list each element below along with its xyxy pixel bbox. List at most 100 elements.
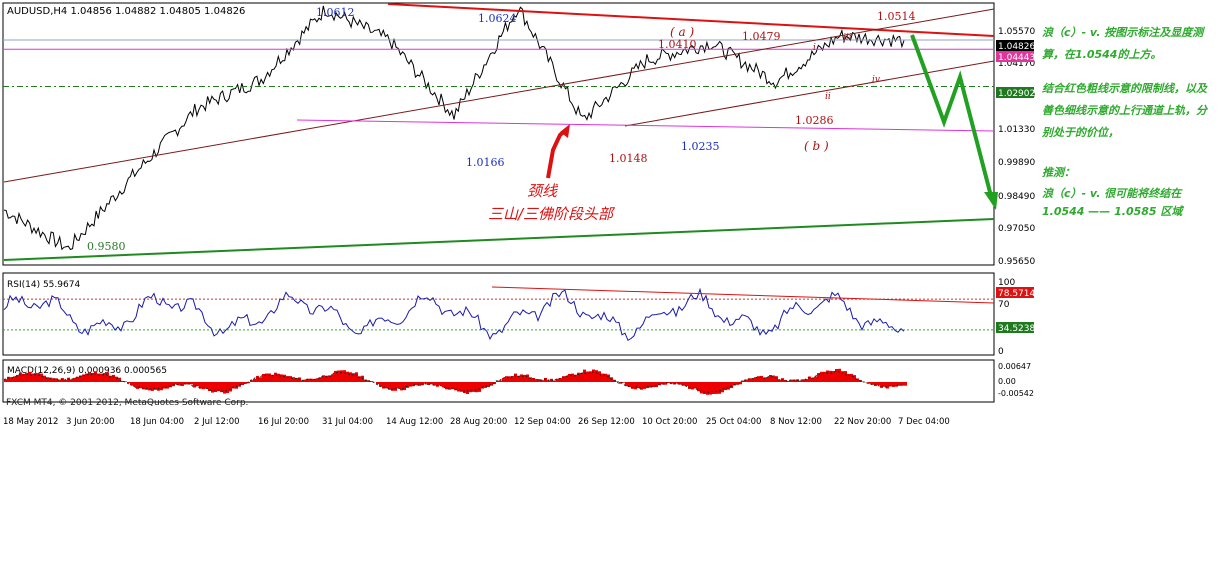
green-level-label: 1.02902 <box>998 89 1035 99</box>
macd-histogram-bar <box>766 377 769 382</box>
macd-histogram-bar <box>106 372 109 382</box>
macd-tick: 0.00647 <box>998 362 1031 371</box>
symbol-ohlc: AUDUSD,H4 1.04856 1.04882 1.04805 1.0482… <box>7 6 245 17</box>
rsi-panel[interactable] <box>2 272 995 356</box>
macd-histogram-bar <box>880 382 883 388</box>
price-tick: 0.98490 <box>998 192 1035 202</box>
macd-histogram-bar <box>277 373 280 382</box>
macd-histogram-bar <box>706 382 709 395</box>
macd-histogram-bar <box>346 371 349 382</box>
pattern-text: 三山/三佛阶段头部 <box>488 205 616 223</box>
label-1.0286: 1.0286 <box>795 114 834 127</box>
macd-histogram-bar <box>385 382 388 389</box>
macd-histogram-bar <box>571 373 574 382</box>
wave-iii-label: iii <box>843 33 852 43</box>
macd-histogram-bar <box>829 370 832 382</box>
macd-histogram-bar <box>844 371 847 382</box>
macd-histogram-bar <box>721 382 724 393</box>
macd-histogram-bar <box>799 380 802 382</box>
macd-histogram-bar <box>283 374 286 382</box>
macd-histogram-bar <box>895 382 898 387</box>
time-tick: 2 Jul 12:00 <box>194 417 240 427</box>
macd-histogram-bar <box>160 382 163 391</box>
macd-histogram-bar <box>850 373 853 382</box>
macd-histogram-bar <box>412 382 415 387</box>
macd-histogram-bar <box>235 382 238 389</box>
macd-histogram-bar <box>193 382 196 388</box>
macd-histogram-bar <box>637 382 640 389</box>
macd-histogram-bar <box>742 380 745 382</box>
macd-histogram-bar <box>904 382 907 386</box>
chart-canvas: AUDUSD,H4 1.04856 1.04882 1.04805 1.0482… <box>2 2 1035 427</box>
macd-histogram-bar <box>133 382 136 387</box>
rsi-title: RSI(14) 55.9674 <box>7 280 80 290</box>
macd-histogram-bar <box>583 369 586 382</box>
macd-histogram-bar <box>403 382 406 391</box>
macd-histogram-bar <box>592 369 595 382</box>
macd-histogram-bar <box>115 376 118 382</box>
time-tick: 3 Jun 20:00 <box>66 417 115 427</box>
label-0.9580: 0.9580 <box>87 240 126 253</box>
macd-histogram-bar <box>700 382 703 394</box>
price-tick: 1.05570 <box>998 27 1035 37</box>
macd-histogram-bar <box>73 377 76 382</box>
macd-histogram-bar <box>715 382 718 394</box>
price-tick: 0.95650 <box>998 257 1035 267</box>
macd-histogram-bar <box>775 376 778 382</box>
macd-histogram-bar <box>580 372 583 382</box>
macd-histogram-bar <box>838 368 841 382</box>
macd-histogram-bar <box>724 382 727 391</box>
macd-histogram-bar <box>223 382 226 394</box>
time-tick: 16 Jul 20:00 <box>258 417 309 427</box>
time-tick: 18 May 2012 <box>3 417 58 427</box>
macd-histogram-bar <box>289 376 292 382</box>
wave-a-label: ( a ) <box>670 25 694 39</box>
time-tick: 12 Sep 04:00 <box>514 417 571 427</box>
label-1.0235: 1.0235 <box>681 140 720 153</box>
note-wave-c: 浪（c）- v. 按图示标注及显度测算，在1.0544的上方。 <box>1042 26 1204 61</box>
macd-histogram-bar <box>832 371 835 382</box>
macd-histogram-bar <box>112 374 115 382</box>
pink-level-label: 1.04443 <box>998 53 1035 63</box>
time-tick: 28 Aug 20:00 <box>450 417 507 427</box>
label-1.0410: 1.0410 <box>658 38 697 51</box>
macd-histogram-bar <box>514 373 517 382</box>
time-tick: 10 Oct 20:00 <box>642 417 697 427</box>
label-1.0148: 1.0148 <box>609 152 648 165</box>
rsi-tick: 70 <box>998 300 1010 310</box>
macd-histogram-bar <box>274 372 277 382</box>
price-tick: 0.97050 <box>998 224 1035 234</box>
note-constraints: 结合红色粗线示意的限制线，以及善色细线示意的上行通道上轨，分别处于的价位， <box>1042 82 1207 139</box>
macd-histogram-bar <box>94 371 97 382</box>
macd-histogram-bar <box>268 373 271 382</box>
macd-histogram-bar <box>709 382 712 395</box>
macd-histogram-bar <box>208 382 211 391</box>
wave-iv-label: iv <box>872 75 880 85</box>
macd-histogram-bar <box>712 382 715 394</box>
macd-tick: 0.00 <box>998 377 1016 386</box>
macd-histogram-bar <box>256 375 259 382</box>
macd-histogram-bar <box>13 376 16 382</box>
macd-histogram-bar <box>37 373 40 382</box>
price-tick: 0.99890 <box>998 158 1035 168</box>
macd-histogram-bar <box>826 370 829 382</box>
macd-histogram-bar <box>814 376 817 382</box>
macd-histogram-bar <box>394 382 397 391</box>
neckline-text: 颈线 <box>527 182 559 200</box>
macd-histogram-bar <box>481 382 484 389</box>
macd-histogram-bar <box>40 373 43 382</box>
rsi-tick: 0 <box>998 347 1004 357</box>
macd-histogram-bar <box>649 382 652 388</box>
label-1.0612: 1.0612 <box>316 6 355 19</box>
rsi-red-label: 78.5714 <box>998 289 1035 299</box>
macd-histogram-bar <box>547 380 550 382</box>
macd-histogram-bar <box>634 382 637 390</box>
macd-tick: -0.00542 <box>998 389 1034 398</box>
price-tick: 1.01330 <box>998 125 1035 135</box>
macd-histogram-bar <box>676 382 679 384</box>
macd-histogram-bar <box>520 374 523 382</box>
macd-histogram-bar <box>577 372 580 382</box>
rsi-tick: 100 <box>998 278 1015 288</box>
macd-histogram-bar <box>835 369 838 382</box>
macd-histogram-bar <box>190 382 193 385</box>
